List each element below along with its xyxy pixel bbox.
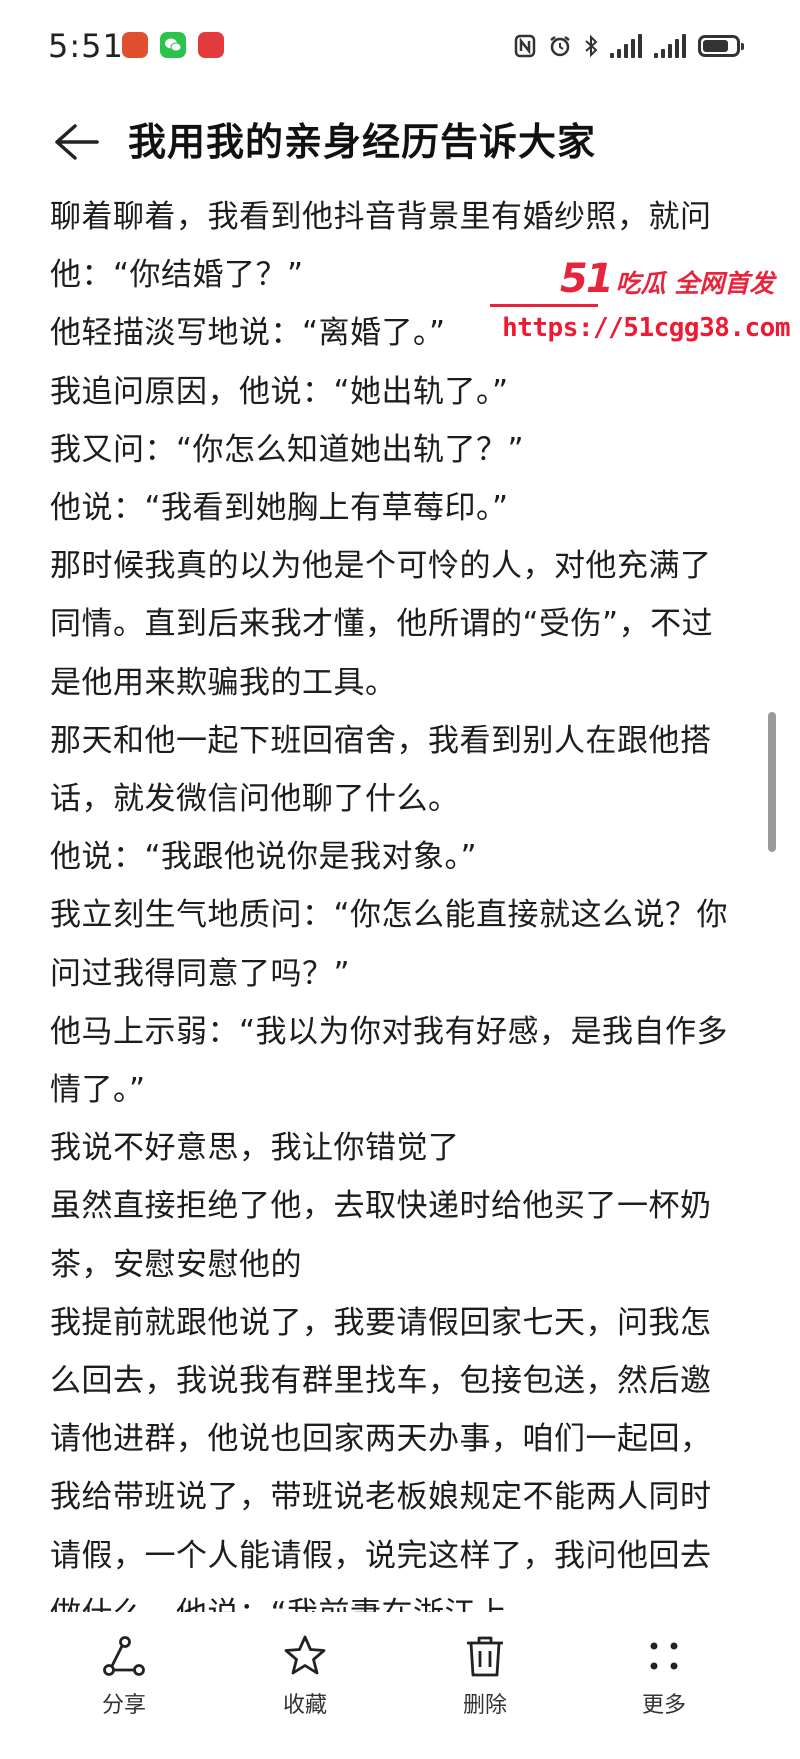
battery-level [703, 40, 729, 52]
bottom-action-bar: 分享 收藏 删除 更多 [0, 1612, 800, 1759]
watermark-text: 吃瓜 全网首发 [615, 269, 775, 298]
battery-icon [698, 35, 744, 57]
wechat-icon [160, 32, 186, 58]
share-label: 分享 [101, 1693, 146, 1718]
more-button[interactable]: 更多 [604, 1632, 724, 1720]
app-icon-3 [198, 32, 224, 58]
article-paragraph: 那时候我真的以为他是个可怜的人，对他充满了同情。直到后来我才懂，他所谓的“受伤”… [50, 548, 714, 701]
article-paragraph: 他说：“我看到她胸上有草莓印。” [50, 490, 509, 527]
trash-icon [461, 1632, 509, 1680]
article-paragraph: 那天和他一起下班回宿舍，我看到别人在跟他搭话，就发微信问他聊了什么。 [50, 722, 712, 818]
favorite-label: 收藏 [282, 1693, 327, 1718]
article-paragraph: 我说不好意思，我让你错觉了 [50, 1130, 460, 1167]
scrollbar[interactable] [768, 712, 776, 852]
delete-button[interactable]: 删除 [425, 1632, 545, 1720]
article-paragraph: 我提前就跟他说了，我要请假回家七天，问我怎么回去，我说我有群里找车，包接包送，然… [50, 1304, 712, 1632]
page-title: 我用我的亲身经历告诉大家 [128, 120, 597, 164]
alarm-icon [548, 32, 572, 60]
status-indicators [514, 30, 744, 62]
share-button[interactable]: 分享 [64, 1632, 184, 1720]
delete-label: 删除 [462, 1693, 507, 1718]
share-icon [100, 1632, 148, 1680]
article-paragraph: 我追问原因，他说：“她出轨了。” [50, 373, 509, 410]
bluetooth-icon [584, 32, 598, 60]
watermark-logo: 51 吃瓜 全网首发 [560, 256, 774, 302]
more-label: 更多 [641, 1693, 686, 1718]
article-paragraph: 虽然直接拒绝了他，去取快递时给他买了一杯奶茶，安慰安慰他的 [50, 1188, 712, 1283]
back-button[interactable] [48, 114, 104, 170]
signal-2-icon [654, 34, 686, 58]
article-paragraph: 我又问：“你怎么知道她出轨了？” [50, 431, 525, 468]
watermark-number: 51 [560, 256, 614, 302]
app-icon-1 [122, 32, 148, 58]
star-icon [281, 1632, 329, 1680]
article-paragraph: 他说：“我跟他说你是我对象。” [50, 839, 478, 876]
article-body: 聊着聊着，我看到他抖音背景里有婚纱照，就问他：“你结婚了？” 他轻描淡写地说：“离… [50, 188, 740, 1643]
article-paragraph: 我立刻生气地质问：“你怎么能直接就这么说？你问过我得同意了吗？” [50, 897, 729, 992]
watermark: 51 吃瓜 全网首发 https://51cgg38.com [490, 256, 791, 356]
title-bar: 我用我的亲身经历告诉大家 [0, 92, 800, 192]
signal-1-icon [610, 34, 642, 58]
status-bar: 5:51 [0, 0, 800, 92]
status-time: 5:51 [48, 27, 124, 65]
favorite-button[interactable]: 收藏 [245, 1632, 365, 1720]
watermark-url: https://51cgg38.com [502, 313, 790, 343]
back-arrow-icon [55, 124, 99, 160]
nfc-icon [514, 32, 536, 60]
more-dots-icon [640, 1632, 688, 1680]
article-paragraph: 他马上示弱：“我以为你对我有好感，是我自作多情了。” [50, 1013, 729, 1109]
